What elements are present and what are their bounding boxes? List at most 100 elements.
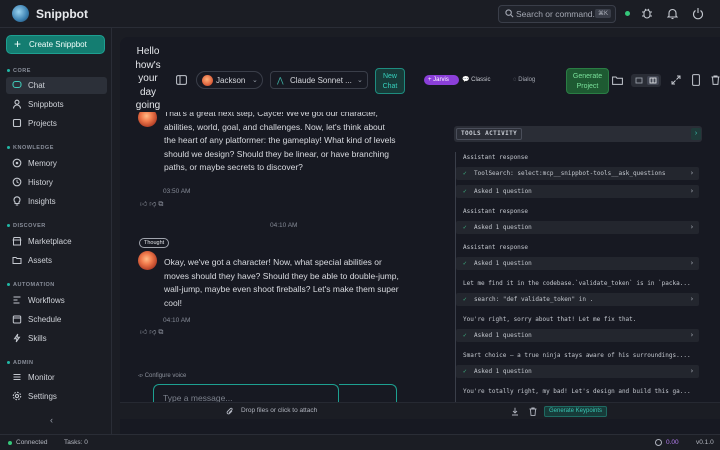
cost-value: 0.00 [666,439,679,446]
sidebar-item-settings[interactable]: Settings [6,388,107,405]
sidebar-item-marketplace[interactable]: Marketplace [6,233,107,250]
message-timestamp: 03:50 AM [163,188,191,195]
sidebar-item-projects[interactable]: Projects [6,115,107,132]
tool-call[interactable]: ✓ Asked 1 question › [456,365,699,378]
thought-badge[interactable]: Thought [139,238,170,248]
view-toggle[interactable] [631,74,661,87]
collapse-sidebar-icon[interactable]: ‹ [50,415,53,425]
sidebar-toggle-icon[interactable] [176,75,187,85]
search-input[interactable]: Search or command... ⌘K [498,5,616,23]
expand-icon[interactable] [671,75,681,85]
plus-icon: + [14,37,22,51]
send-area[interactable] [339,384,397,404]
mode-dialog-button[interactable]: ◌ Dialog [513,75,535,85]
configure-voice-label: Configure voice [144,373,187,379]
persona-selector[interactable]: Jackson ⌄ [196,71,263,89]
sidebar-item-insights[interactable]: Insights [6,193,107,210]
monitor-icon [13,373,21,381]
sidebar-item-label: Insights [28,197,56,206]
tool-label: Assistant response [463,154,529,161]
tool-call-text: Asked 1 question [474,188,532,195]
trash-icon[interactable] [529,407,537,416]
status-bar: Connected Tasks: 0 0.00 v0.1.0 [0,434,720,450]
message-input[interactable]: Type a message... [153,384,339,404]
sidebar-item-memory[interactable]: Memory [6,155,107,172]
sidebar-item-label: Skills [28,334,47,343]
tool-call-text: Asked 1 question [474,332,532,339]
attach-files[interactable]: Drop files or click to attach [241,407,317,414]
chevron-right-icon: › [689,331,694,339]
cost-icon [655,439,662,446]
sidebar-item-label: Chat [28,81,45,90]
message-actions[interactable]: 👍︎ 👎︎ ⧉ [140,327,163,337]
top-bar: Snippbot Search or command... ⌘K [0,0,720,28]
copy-icon[interactable]: ⧉ [158,201,163,208]
sidebar-item-monitor[interactable]: Monitor [6,369,107,386]
tool-label: Assistant response [463,244,529,251]
download-icon[interactable] [511,407,519,416]
folder-icon[interactable] [612,76,623,85]
sidebar-item-label: Monitor [28,373,55,382]
persona-name: Jackson [216,76,246,85]
mode-jarvis-button[interactable]: + Jarvis [424,75,459,85]
tool-call[interactable]: ✓ Asked 1 question › [456,257,699,270]
divider-timestamp: 04:10 AM [270,222,298,229]
thumbs-up-icon[interactable]: 👍︎ [140,201,147,208]
thumbs-up-icon[interactable]: 👍︎ [140,329,147,336]
chevron-right-icon[interactable]: › [691,128,701,140]
copy-icon[interactable]: ⧉ [158,329,163,336]
check-icon: ✓ [463,296,467,303]
model-selector[interactable]: ⋀ Claude Sonnet ... ⌄ [270,71,368,89]
check-icon: ✓ [463,224,467,231]
sidebar-item-label: Marketplace [28,237,72,246]
sidebar-item-label: Assets [28,256,53,265]
tool-call[interactable]: ✓ Asked 1 question › [456,329,699,342]
calendar-icon [12,315,22,324]
gear-icon [12,391,22,401]
sidebar-item-chat[interactable]: Chat [6,77,107,94]
workflow-icon [13,296,21,304]
sidebar-item-skills[interactable]: Skills [6,330,107,347]
generate-project-button[interactable]: Generate Project [566,68,609,94]
mode-classic-button[interactable]: 💬 Classic [462,75,490,85]
search-placeholder: Search or command... [516,9,600,19]
bug-icon[interactable] [641,7,653,20]
generate-keypoints-button[interactable]: Generate Keypoints [544,406,608,417]
chevron-right-icon: › [689,223,694,231]
configure-voice-link[interactable]: ◃› Configure voice [138,372,186,379]
create-snippbot-button[interactable]: + Create Snippbot [6,35,105,54]
sidebar-item-label: Snippbots [28,100,64,109]
sidebar-item-schedule[interactable]: Schedule [6,311,107,328]
thumbs-down-icon[interactable]: 👎︎ [149,201,156,208]
check-icon: ✓ [463,260,467,267]
persona-avatar [202,75,213,86]
sidebar-item-workflows[interactable]: Workflows [6,292,107,309]
bell-icon[interactable] [667,7,678,20]
tool-label: Let me find it in the codebase.`validate… [463,280,691,287]
assistant-avatar [138,251,157,270]
split-pane-icon[interactable] [647,76,659,85]
tool-label: You're totally right, my bad! Let's desi… [463,388,691,395]
chevron-right-icon: › [689,295,694,303]
thumbs-down-icon[interactable]: 👎︎ [149,329,156,336]
paperclip-icon [226,407,233,415]
chevron-right-icon: › [689,187,694,195]
message-actions[interactable]: 👍︎ 👎︎ ⧉ [140,199,163,209]
tool-call[interactable]: ✓ Asked 1 question › [456,221,699,234]
power-icon[interactable] [692,7,704,20]
tool-call[interactable]: ✓ search: "def validate_token" in . › [456,293,699,306]
mobile-icon[interactable] [692,74,700,86]
trash-icon[interactable] [711,75,720,85]
new-chat-button[interactable]: New Chat [375,68,405,94]
tool-call-text: Asked 1 question [474,224,532,231]
folder-icon [12,257,22,264]
chevron-down-icon: ⌄ [357,77,363,84]
sidebar-item-snippbots[interactable]: Snippbots [6,96,107,113]
sidebar-item-history[interactable]: History [6,174,107,191]
tool-call[interactable]: ✓ ToolSearch: select:mcp__snippbot-tools_… [456,167,699,180]
store-icon [12,237,22,246]
single-pane-icon[interactable] [633,76,645,85]
tool-call[interactable]: ✓ Asked 1 question › [456,185,699,198]
sidebar-item-assets[interactable]: Assets [6,252,107,269]
tool-label: You're right, sorry about that! Let me f… [463,316,637,323]
